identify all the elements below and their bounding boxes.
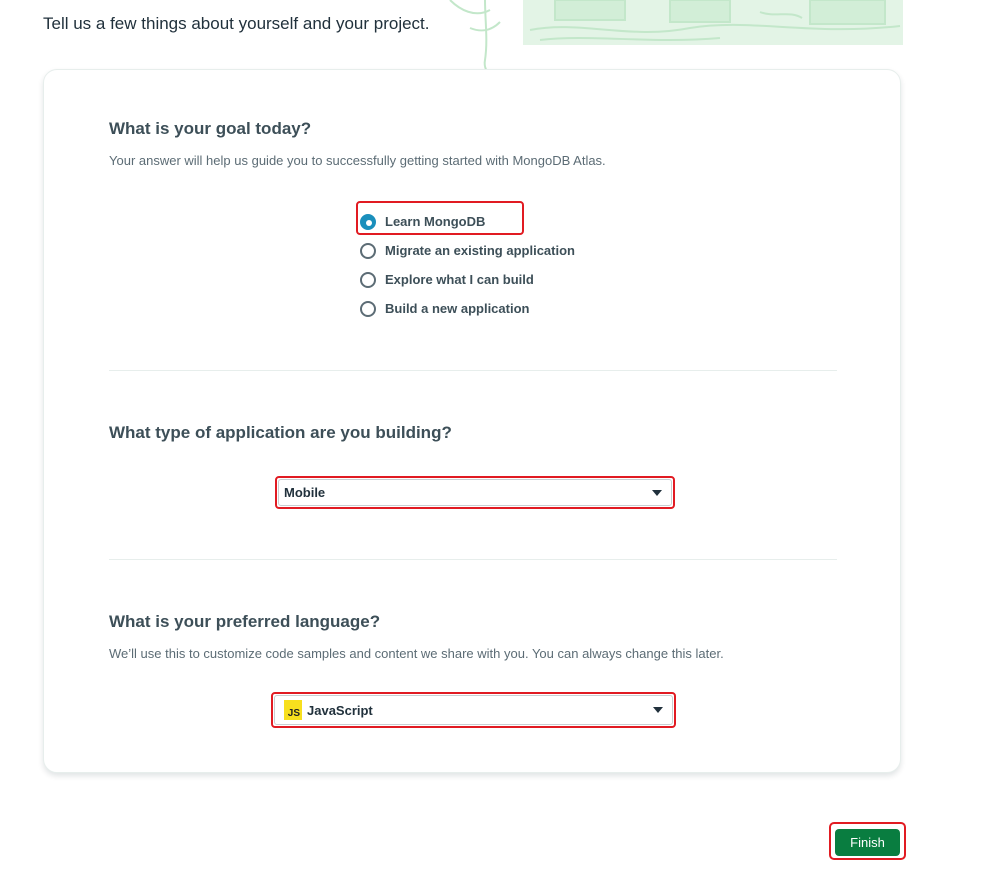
radio-unchecked-icon[interactable] — [360, 242, 376, 259]
select-border — [278, 479, 672, 506]
radio-unchecked-icon[interactable] — [360, 300, 376, 317]
app-type-selected-value: Mobile — [284, 485, 326, 500]
goal-radio-group: Learn MongoDB Migrate an existing applic… — [356, 201, 575, 323]
language-question-description: We’ll use this to customize code samples… — [109, 646, 724, 661]
app-type-select[interactable]: Mobile — [275, 476, 675, 509]
javascript-icon: JS — [284, 700, 302, 720]
goal-question-title: What is your goal today? — [109, 119, 312, 138]
language-selected-value: JavaScript — [307, 702, 373, 718]
finish-button-highlight: Finish — [829, 822, 906, 860]
chevron-down-icon[interactable] — [653, 707, 663, 713]
goal-option-migrate[interactable]: Migrate an existing application — [360, 236, 575, 265]
intro-text: Tell us a few things about yourself and … — [43, 14, 430, 33]
goal-option-learn-mongodb[interactable]: Learn MongoDB — [360, 207, 575, 236]
section-divider — [109, 559, 837, 560]
language-question-title: What is your preferred language? — [109, 612, 381, 631]
radio-unchecked-icon[interactable] — [360, 271, 376, 288]
goal-option-label: Explore what I can build — [385, 272, 534, 287]
goal-option-build-new[interactable]: Build a new application — [360, 294, 575, 323]
goal-question-description: Your answer will help us guide you to su… — [109, 153, 606, 168]
goal-option-label: Learn MongoDB — [385, 214, 486, 229]
goal-option-label: Build a new application — [385, 301, 530, 316]
section-divider — [109, 370, 837, 371]
goal-option-explore[interactable]: Explore what I can build — [360, 265, 575, 294]
radio-checked-icon[interactable] — [360, 213, 376, 230]
goal-option-label: Migrate an existing application — [385, 243, 575, 258]
finish-button[interactable]: Finish — [835, 829, 900, 856]
onboarding-card: What is your goal today? Your answer wil… — [43, 69, 901, 773]
app-type-question-title: What type of application are you buildin… — [109, 423, 452, 442]
language-select[interactable]: JS JavaScript — [271, 692, 676, 728]
chevron-down-icon[interactable] — [652, 489, 662, 496]
